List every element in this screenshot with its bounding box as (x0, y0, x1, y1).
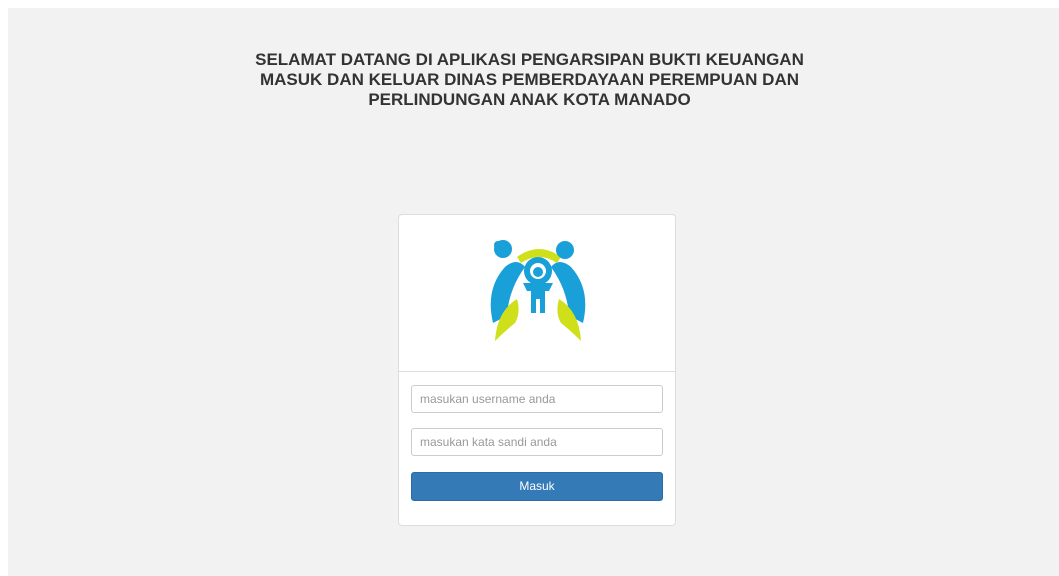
login-panel-logo-area (399, 215, 675, 372)
username-input[interactable] (411, 385, 663, 413)
password-input[interactable] (411, 428, 663, 456)
page-title-line-3: PERLINDUNGAN ANAK KOTA MANADO (368, 90, 691, 109)
login-panel: Masuk (398, 214, 676, 526)
kemenpppa-logo-icon (490, 240, 586, 341)
page-title-line-2: MASUK DAN KELUAR DINAS PEMBERDAYAAN PERE… (259, 70, 799, 89)
login-button[interactable]: Masuk (411, 472, 663, 501)
page-title-line-1: SELAMAT DATANG DI APLIKASI PENGARSIPAN B… (255, 50, 804, 69)
page-title: SELAMAT DATANG DI APLIKASI PENGARSIPAN B… (0, 50, 1059, 110)
